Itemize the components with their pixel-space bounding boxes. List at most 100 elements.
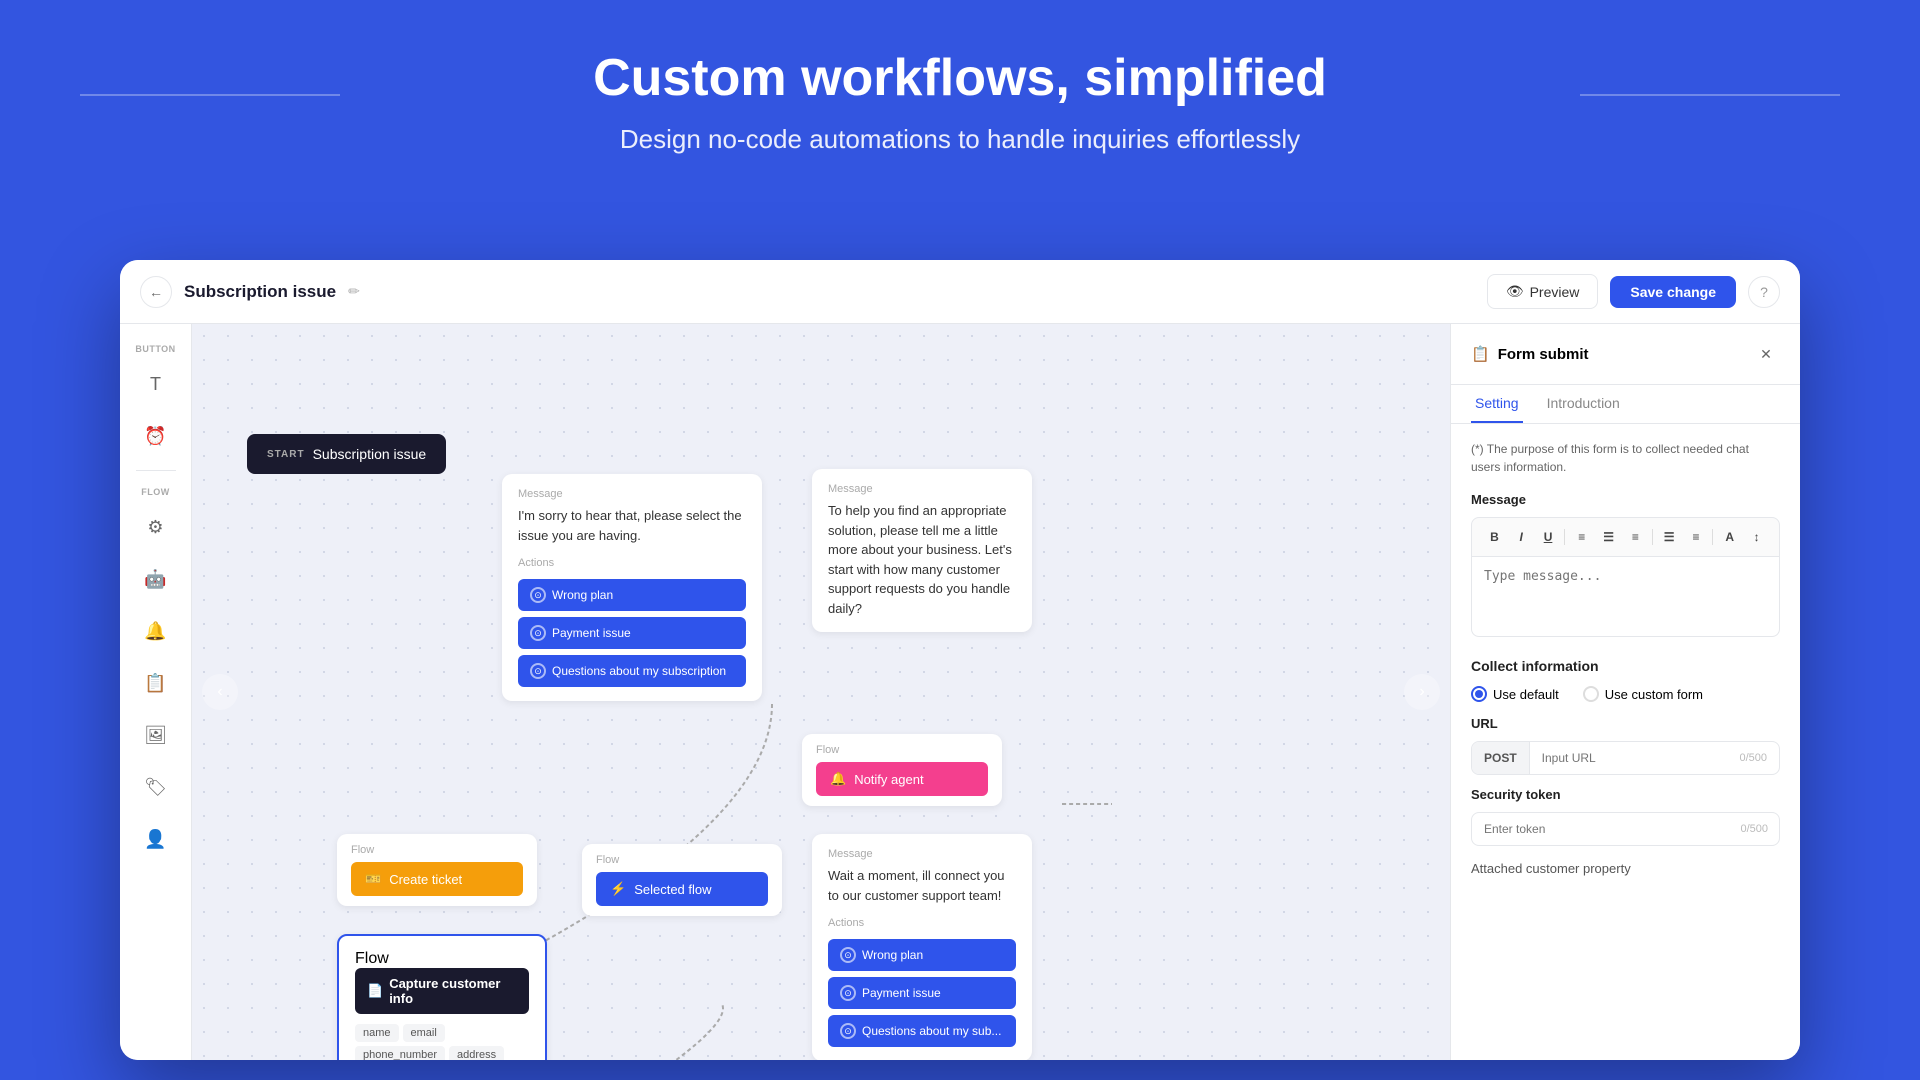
help-button[interactable]: ? [1748,276,1780,308]
create-ticket-btn[interactable]: 🎫 Create ticket [351,862,523,896]
radio-default[interactable]: Use default [1471,686,1559,702]
start-badge: START [267,449,305,460]
panel-body: (*) The purpose of this form is to colle… [1451,424,1800,894]
toolbar-align-left[interactable]: ≡ [1569,524,1594,550]
toolbar-underline[interactable]: U [1536,524,1561,550]
action-label-5: Payment issue [862,986,941,1000]
action-label-4: Wrong plan [862,948,923,962]
message2-label: Message [828,483,1016,495]
message3-text: Wait a moment, ill connect you to our cu… [828,866,1016,905]
token-count: 0/500 [1740,823,1768,835]
canvas-prev-button[interactable]: ‹ [202,674,238,710]
token-field-label: Security token [1471,787,1780,802]
collect-info-title: Collect information [1471,658,1780,674]
selected-icon: ⚡ [610,881,626,897]
message1-node[interactable]: Message I'm sorry to hear that, please s… [502,474,762,701]
notify-label: Notify agent [854,772,923,787]
message1-label: Message [518,488,746,500]
back-button[interactable]: ← [140,276,172,308]
sidebar: BUTTON T ⏰ FLOW ⚙ 🤖 🔔 📋 🖼 [120,324,192,1060]
capture-tags: name email phone_number address gender [355,1024,529,1060]
robot-icon: 🤖 [144,569,166,590]
message3-label: Message [828,848,1016,860]
action-payment-3[interactable]: ⊙ Payment issue [828,977,1016,1009]
tag-phone: phone_number [355,1046,445,1060]
action-payment-1[interactable]: ⊙ Payment issue [518,617,746,649]
message3-node[interactable]: Message Wait a moment, ill connect you t… [812,834,1032,1060]
preview-button[interactable]: 👁 Preview [1487,274,1599,309]
message1-text: I'm sorry to hear that, please select th… [518,506,746,545]
capture-node[interactable]: Flow 📄 Capture customer info name email … [337,934,547,1060]
action-label-3: Questions about my subscription [552,664,726,678]
notify-agent-btn[interactable]: 🔔 Notify agent [816,762,988,796]
sidebar-item-robot[interactable]: 🤖 [134,557,178,601]
toolbar-bold[interactable]: B [1482,524,1507,550]
url-count: 0/500 [1727,743,1779,773]
token-input-wrap: 0/500 [1471,812,1780,846]
toolbar-bullet-list[interactable]: ☰ [1657,524,1682,550]
tab-introduction[interactable]: Introduction [1543,385,1624,423]
flow-notify-node[interactable]: Flow 🔔 Notify agent [802,734,1002,806]
toolbar-ordered-list[interactable]: ≡ [1684,524,1709,550]
token-input[interactable] [1471,812,1780,846]
message-textarea[interactable] [1471,557,1780,637]
radio-default-circle [1471,686,1487,702]
action-icon-6: ⊙ [840,1023,856,1039]
action-icon-2: ⊙ [530,625,546,641]
panel-close-button[interactable]: ✕ [1752,340,1780,368]
action-label-1: Wrong plan [552,588,613,602]
toolbar-row: B I U ≡ ☰ ≡ ☰ ≡ A ↕ [1471,517,1780,557]
sidebar-item-tag[interactable]: 🏷 [134,765,178,809]
capture-icon: 📄 [367,983,383,999]
sidebar-item-clock[interactable]: ⏰ [134,414,178,458]
flow-create-ticket-node[interactable]: Flow 🎫 Create ticket [337,834,537,906]
toolbar-align-right[interactable]: ≡ [1623,524,1648,550]
bell-icon: 🔔 [144,621,166,642]
flow-section-label: FLOW [141,487,170,497]
edit-title-icon[interactable]: ✏ [348,283,360,300]
sidebar-item-bell[interactable]: 🔔 [134,609,178,653]
message2-node[interactable]: Message To help you find an appropriate … [812,469,1032,632]
preview-icon: 👁 [1506,283,1524,300]
canvas-next-button[interactable]: › [1404,674,1440,710]
flow-notify-label: Flow [816,744,988,756]
radio-custom-circle [1583,686,1599,702]
toolbar-align-center[interactable]: ☰ [1596,524,1621,550]
notify-icon: 🔔 [830,771,846,787]
attached-label: Attached customer property [1471,861,1631,876]
tab-setting[interactable]: Setting [1471,385,1523,423]
radio-default-label: Use default [1493,687,1559,702]
flow-canvas: ‹ › START Subscription issue [192,324,1450,1060]
tag-email: email [403,1024,445,1042]
action-questions-3[interactable]: ⊙ Questions about my sub... [828,1015,1016,1047]
sidebar-item-person[interactable]: 👤 [134,817,178,861]
action-wrong-plan-3[interactable]: ⊙ Wrong plan [828,939,1016,971]
sidebar-item-text[interactable]: T [134,362,178,406]
workflow-title: Subscription issue [184,282,336,302]
question-icon: ? [1760,284,1768,300]
list-icon: 📋 [144,673,166,694]
url-input[interactable] [1530,742,1728,774]
sidebar-item-flow[interactable]: ⚙ [134,505,178,549]
sidebar-item-list[interactable]: 📋 [134,661,178,705]
hero-subtitle: Design no-code automations to handle inq… [0,124,1920,155]
start-node[interactable]: START Subscription issue [247,434,446,474]
url-field-label: URL [1471,716,1780,731]
save-button[interactable]: Save change [1610,276,1736,308]
flow-selected-node[interactable]: Flow ⚡ Selected flow [582,844,782,916]
toolbar-italic[interactable]: I [1509,524,1534,550]
clock-icon: ⏰ [144,426,166,447]
action-label-2: Payment issue [552,626,631,640]
toolbar-color[interactable]: A [1717,524,1742,550]
radio-group: Use default Use custom form [1471,686,1780,702]
action-wrong-plan-1[interactable]: ⊙ Wrong plan [518,579,746,611]
action-questions-1[interactable]: ⊙ Questions about my subscription [518,655,746,687]
selected-flow-btn[interactable]: ⚡ Selected flow [596,872,768,906]
sidebar-item-image[interactable]: 🖼 [134,713,178,757]
message-field-label: Message [1471,492,1780,507]
url-row: POST 0/500 [1471,741,1780,775]
radio-custom[interactable]: Use custom form [1583,686,1703,702]
message1-actions-label: Actions [518,557,746,569]
toolbar-font-size[interactable]: ↕ [1744,524,1769,550]
ticket-icon: 🎫 [365,871,381,887]
